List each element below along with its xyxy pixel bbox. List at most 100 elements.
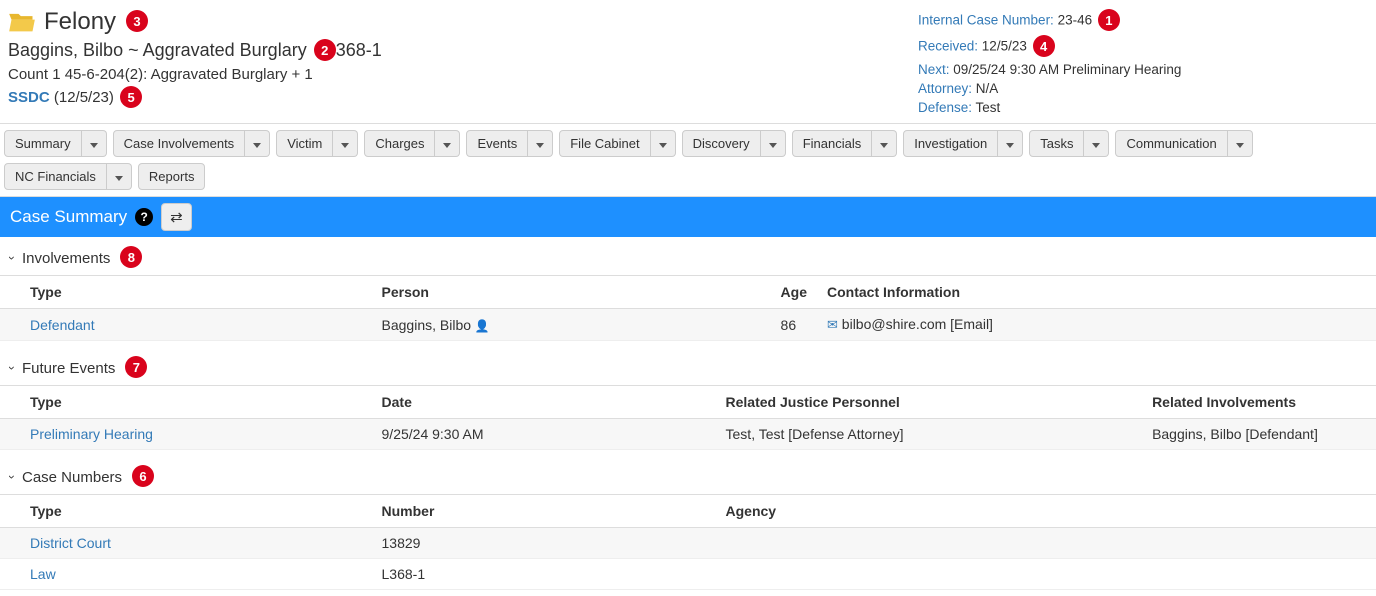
annotation-8: 8 [120,246,142,268]
folder-open-icon [8,10,36,34]
col-type: Type [0,495,372,528]
case-charge: Aggravated Burglary [143,40,312,60]
event-personnel: Test, Test [Defense Attorney] [716,419,1143,450]
section-future-events-header[interactable]: › Future Events 7 [0,347,1376,385]
internal-case-number-value: 23-46 [1054,13,1092,28]
next-label[interactable]: Next: [918,62,950,77]
caret-down-icon [1006,143,1014,148]
help-icon[interactable]: ? [135,208,153,226]
involvement-age: 86 [771,309,817,341]
attorney-value: N/A [972,81,998,96]
ssdc-link[interactable]: SSDC [8,89,50,106]
annotation-7: 7 [125,356,147,378]
tab-financials[interactable]: Financials [792,130,873,157]
tab-summary[interactable]: Summary [4,130,82,157]
refresh-button[interactable]: ⇄ [161,203,192,231]
case-numbers-table: Type Number Agency District Court 13829 … [0,494,1376,590]
table-row: District Court 13829 [0,528,1376,559]
tab-reports[interactable]: Reports [138,163,206,190]
involvement-type-link[interactable]: Defendant [30,317,95,333]
section-case-numbers-header[interactable]: › Case Numbers 6 [0,456,1376,494]
case-subject-line: Baggins, Bilbo ~ Aggravated Burglary 236… [8,40,918,62]
section-case-numbers-title: Case Numbers [22,469,122,486]
tab-bar: Summary Case Involvements Victim Charges… [0,124,1376,197]
person-icon[interactable]: 👤 [475,319,490,333]
col-personnel: Related Justice Personnel [716,386,1143,419]
section-involvements-title: Involvements [22,250,110,267]
case-number-type-link[interactable]: District Court [30,535,111,551]
case-person: Baggins, Bilbo [8,40,123,60]
involvements-table: Type Person Age Contact Information Defe… [0,275,1376,341]
col-type: Type [0,386,372,419]
defense-label[interactable]: Defense: [918,100,972,115]
internal-case-number-label[interactable]: Internal Case Number: [918,13,1054,28]
tab-case-involvements-caret[interactable] [245,130,270,157]
count-line: Count 1 45-6-204(2): Aggravated Burglary… [8,66,918,83]
tab-charges-caret[interactable] [435,130,460,157]
event-involvement: Baggins, Bilbo [Defendant] [1142,419,1376,450]
attorney-label[interactable]: Attorney: [918,81,972,96]
annotation-1: 1 [1098,9,1120,31]
tab-nc-financials[interactable]: NC Financials [4,163,107,190]
annotation-5: 5 [120,86,142,108]
tab-tasks[interactable]: Tasks [1029,130,1084,157]
col-type: Type [0,276,372,309]
case-number-value: L368-1 [372,559,716,590]
caret-down-icon [1092,143,1100,148]
caret-down-icon [536,143,544,148]
future-events-table: Type Date Related Justice Personnel Rela… [0,385,1376,450]
event-date: 9/25/24 9:30 AM [372,419,716,450]
tab-file-cabinet[interactable]: File Cabinet [559,130,650,157]
section-involvements-header[interactable]: › Involvements 8 [0,237,1376,275]
case-type: Felony [44,8,116,36]
tab-financials-caret[interactable] [872,130,897,157]
chevron-down-icon: › [5,366,19,370]
tab-case-involvements[interactable]: Case Involvements [113,130,246,157]
tab-events[interactable]: Events [466,130,528,157]
annotation-6: 6 [132,465,154,487]
col-agency: Agency [716,495,1376,528]
tab-discovery[interactable]: Discovery [682,130,761,157]
case-number-agency [716,528,1376,559]
case-number-type-link[interactable]: Law [30,566,56,582]
ssdc-date: (12/5/23) [50,89,114,106]
tab-tasks-caret[interactable] [1084,130,1109,157]
caret-down-icon [1236,143,1244,148]
tab-summary-caret[interactable] [82,130,107,157]
caret-down-icon [769,143,777,148]
received-label[interactable]: Received: [918,39,978,54]
tab-file-cabinet-caret[interactable] [651,130,676,157]
next-value: 09/25/24 9:30 AM Preliminary Hearing [950,62,1182,77]
chevron-down-icon: › [5,475,19,479]
table-row: Law L368-1 [0,559,1376,590]
table-header-row: Type Number Agency [0,495,1376,528]
tab-victim[interactable]: Victim [276,130,333,157]
tab-discovery-caret[interactable] [761,130,786,157]
tab-charges[interactable]: Charges [364,130,435,157]
tab-investigation[interactable]: Investigation [903,130,998,157]
caret-down-icon [443,143,451,148]
case-number-agency [716,559,1376,590]
email-icon[interactable]: ✉ [827,317,838,332]
section-future-events-title: Future Events [22,360,115,377]
case-summary-title: Case Summary [10,207,127,227]
tab-communication[interactable]: Communication [1115,130,1227,157]
caret-down-icon [341,143,349,148]
tab-victim-caret[interactable] [333,130,358,157]
tab-communication-caret[interactable] [1228,130,1253,157]
annotation-4: 4 [1033,35,1055,57]
event-type-link[interactable]: Preliminary Hearing [30,426,153,442]
annotation-2: 2 [314,39,336,61]
col-related-inv: Related Involvements [1142,386,1376,419]
col-age: Age [771,276,817,309]
case-number-value: 13829 [372,528,716,559]
tab-nc-financials-caret[interactable] [107,163,132,190]
col-person: Person [372,276,771,309]
tab-events-caret[interactable] [528,130,553,157]
table-header-row: Type Person Age Contact Information [0,276,1376,309]
table-row: Defendant Baggins, Bilbo 👤 86 ✉ bilbo@sh… [0,309,1376,341]
received-value: 12/5/23 [978,39,1027,54]
tab-investigation-caret[interactable] [998,130,1023,157]
caret-down-icon [115,176,123,181]
involvement-contact: bilbo@shire.com [Email] [838,316,993,332]
